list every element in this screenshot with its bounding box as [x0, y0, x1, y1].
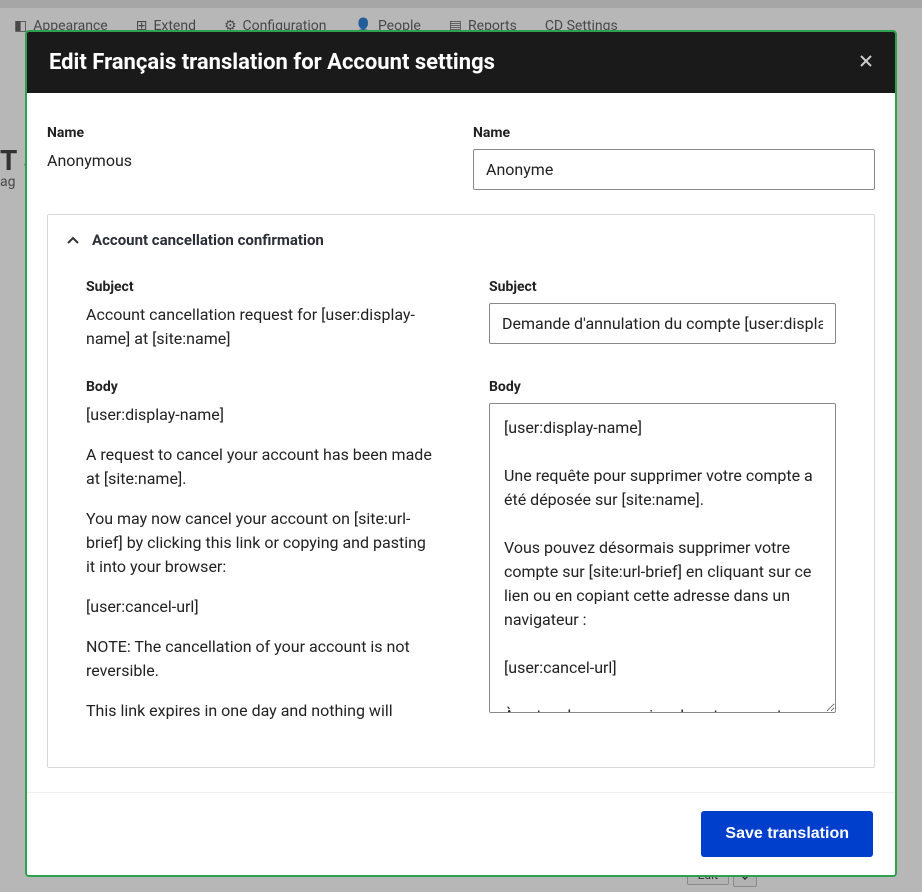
body-source-p2: You may now cancel your account on [site… [86, 507, 433, 579]
save-translation-button[interactable]: Save translation [701, 811, 873, 857]
body-target-textarea[interactable] [489, 403, 836, 713]
modal-footer: Save translation [27, 792, 895, 875]
body-target-label: Body [489, 379, 836, 395]
section-content: Subject Account cancellation request for… [48, 265, 874, 767]
subject-target-label: Subject [489, 279, 836, 295]
close-icon [859, 54, 873, 68]
body-source-p0: [user:display-name] [86, 403, 433, 427]
subject-target-field: Subject [489, 279, 836, 351]
body-source-p1: A request to cancel your account has bee… [86, 443, 433, 491]
translation-modal: Edit Français translation for Account se… [25, 30, 897, 877]
close-button[interactable] [859, 52, 873, 73]
body-target-field: Body [489, 379, 836, 739]
body-source-label: Body [86, 379, 433, 395]
body-source-p3: [user:cancel-url] [86, 595, 433, 619]
name-target-field: Name [473, 125, 875, 190]
name-source-label: Name [47, 125, 449, 141]
name-source-value: Anonymous [47, 149, 449, 173]
chevron-up-icon [66, 233, 80, 247]
modal-body[interactable]: Name Anonymous Name Account cancellation… [27, 93, 895, 792]
name-source-field: Name Anonymous [47, 125, 449, 190]
name-target-label: Name [473, 125, 875, 141]
body-source-value: [user:display-name] A request to cancel … [86, 403, 433, 723]
cancellation-section: Account cancellation confirmation Subjec… [47, 214, 875, 768]
subject-source-value: Account cancellation request for [user:d… [86, 303, 433, 351]
modal-header: Edit Français translation for Account se… [27, 32, 895, 93]
modal-title: Edit Français translation for Account se… [49, 50, 495, 75]
name-target-input[interactable] [473, 149, 875, 190]
section-title: Account cancellation confirmation [92, 231, 324, 249]
body-source-p5: This link expires in one day and nothing… [86, 699, 433, 723]
body-source-p4: NOTE: The cancellation of your account i… [86, 635, 433, 683]
subject-source-field: Subject Account cancellation request for… [86, 279, 433, 351]
body-source-field: Body [user:display-name] A request to ca… [86, 379, 433, 739]
subject-source-label: Subject [86, 279, 433, 295]
subject-target-input[interactable] [489, 303, 836, 344]
section-toggle[interactable]: Account cancellation confirmation [48, 215, 874, 265]
